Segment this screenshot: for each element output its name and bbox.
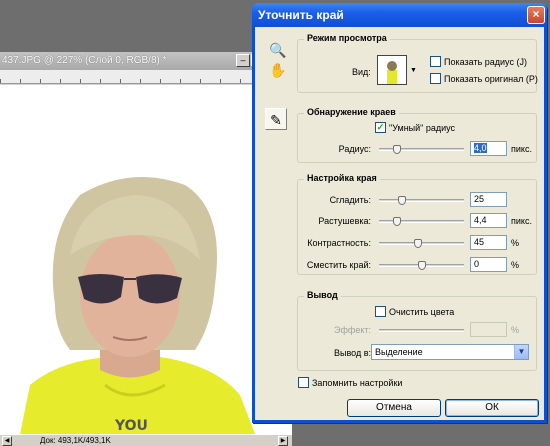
minimize-icon[interactable]: –: [236, 54, 250, 67]
scroll-left-icon[interactable]: ◀: [2, 436, 12, 446]
edge-detection-legend: Обнаружение краев: [304, 107, 399, 117]
radius-unit: пикс.: [511, 144, 532, 154]
portrait-photo: YOU: [20, 177, 255, 434]
decontaminate-checkbox[interactable]: [375, 306, 386, 317]
smart-radius-label: "Умный" радиус: [389, 123, 456, 133]
image-canvas[interactable]: YOU: [0, 85, 292, 434]
adjust-row-input[interactable]: 0: [470, 257, 507, 272]
adjust-row-slider-thumb[interactable]: [398, 196, 406, 205]
view-mode-thumbnail[interactable]: [377, 55, 407, 85]
adjust-row-input[interactable]: 45: [470, 235, 507, 250]
radius-slider-thumb[interactable]: [393, 145, 401, 154]
radius-value: 4,0: [474, 143, 487, 153]
amount-unit: %: [511, 325, 520, 335]
radius-slider[interactable]: [379, 145, 464, 154]
adjust-row-input[interactable]: 25: [470, 192, 507, 207]
adjust-row-value: 4,4: [474, 215, 487, 225]
horizontal-ruler: [0, 70, 292, 84]
adjust-row-label: Сместить край:: [306, 260, 371, 270]
status-bar: ◀ Док: 493,1K/493,1K ▶: [0, 434, 292, 446]
radius-label: Радиус:: [338, 144, 371, 154]
zoom-tool-icon[interactable]: 🔍: [267, 39, 289, 61]
radius-input[interactable]: 4,0: [470, 141, 507, 156]
document-window: 437.JPG @ 227% (Слой 0, RGB/8) * – □ × Y…: [0, 52, 292, 446]
dialog-titlebar[interactable]: Уточнить край ×: [252, 3, 547, 27]
chevron-down-icon[interactable]: ▼: [514, 345, 528, 359]
output-to-select[interactable]: Выделение ▼: [371, 344, 529, 360]
smart-radius-checkbox[interactable]: ✓: [375, 122, 386, 133]
view-label: Вид:: [352, 67, 371, 77]
adjust-row-unit: пикс.: [511, 216, 532, 226]
document-title: 437.JPG @ 227% (Слой 0, RGB/8) *: [2, 55, 167, 66]
adjust-row-slider-thumb[interactable]: [418, 261, 426, 270]
amount-slider: [379, 329, 464, 332]
output-to-value: Выделение: [375, 347, 423, 357]
amount-label: Эффект:: [334, 325, 371, 335]
cancel-button[interactable]: Отмена: [347, 399, 441, 417]
show-radius-checkbox[interactable]: [430, 56, 441, 67]
remember-settings-label: Запомнить настройки: [312, 378, 403, 388]
edge-adjust-legend: Настройка края: [304, 173, 380, 183]
scroll-right-icon[interactable]: ▶: [278, 436, 288, 446]
adjust-row-unit: %: [511, 238, 520, 248]
svg-text:YOU: YOU: [114, 418, 148, 434]
hand-tool-icon[interactable]: ✋: [267, 59, 289, 81]
refine-edge-dialog: Уточнить край × 🔍 ✋ ✎ Режим просмотра Ви…: [252, 3, 547, 423]
adjust-row-value: 25: [474, 194, 485, 204]
adjust-row-value: 0: [474, 259, 480, 269]
output-to-label: Вывод в:: [334, 348, 371, 358]
refine-radius-tool-icon[interactable]: ✎: [265, 108, 287, 130]
show-original-checkbox[interactable]: [430, 73, 441, 84]
adjust-row-input[interactable]: 4,4: [470, 213, 507, 228]
decontaminate-label: Очистить цвета: [389, 307, 455, 317]
adjust-row-slider-thumb[interactable]: [414, 239, 422, 248]
document-titlebar[interactable]: 437.JPG @ 227% (Слой 0, RGB/8) * – □ ×: [0, 52, 292, 70]
view-mode-legend: Режим просмотра: [304, 33, 390, 43]
adjust-row-slider[interactable]: [379, 196, 464, 205]
adjust-row-slider[interactable]: [379, 217, 464, 226]
view-dropdown-arrow-icon[interactable]: ▼: [410, 67, 417, 74]
dialog-title: Уточнить край: [258, 8, 344, 22]
amount-input: [470, 322, 507, 337]
adjust-row-label: Контрастность:: [307, 238, 371, 248]
show-radius-label: Показать радиус (J): [444, 57, 527, 67]
show-original-label: Показать оригинал (P): [444, 74, 538, 84]
remember-settings-checkbox[interactable]: [298, 377, 309, 388]
adjust-row-unit: %: [511, 260, 520, 270]
adjust-row-label: Сгладить:: [329, 195, 371, 205]
close-icon[interactable]: ×: [527, 6, 545, 24]
ok-button[interactable]: ОК: [445, 399, 539, 417]
adjust-row-value: 45: [474, 237, 485, 247]
adjust-row-slider-thumb[interactable]: [393, 217, 401, 226]
adjust-row-slider[interactable]: [379, 261, 464, 270]
adjust-row-label: Растушевка:: [318, 216, 371, 226]
adjust-row-slider[interactable]: [379, 239, 464, 248]
document-size-status: Док: 493,1K/493,1K: [40, 436, 111, 445]
output-legend: Вывод: [304, 290, 341, 300]
